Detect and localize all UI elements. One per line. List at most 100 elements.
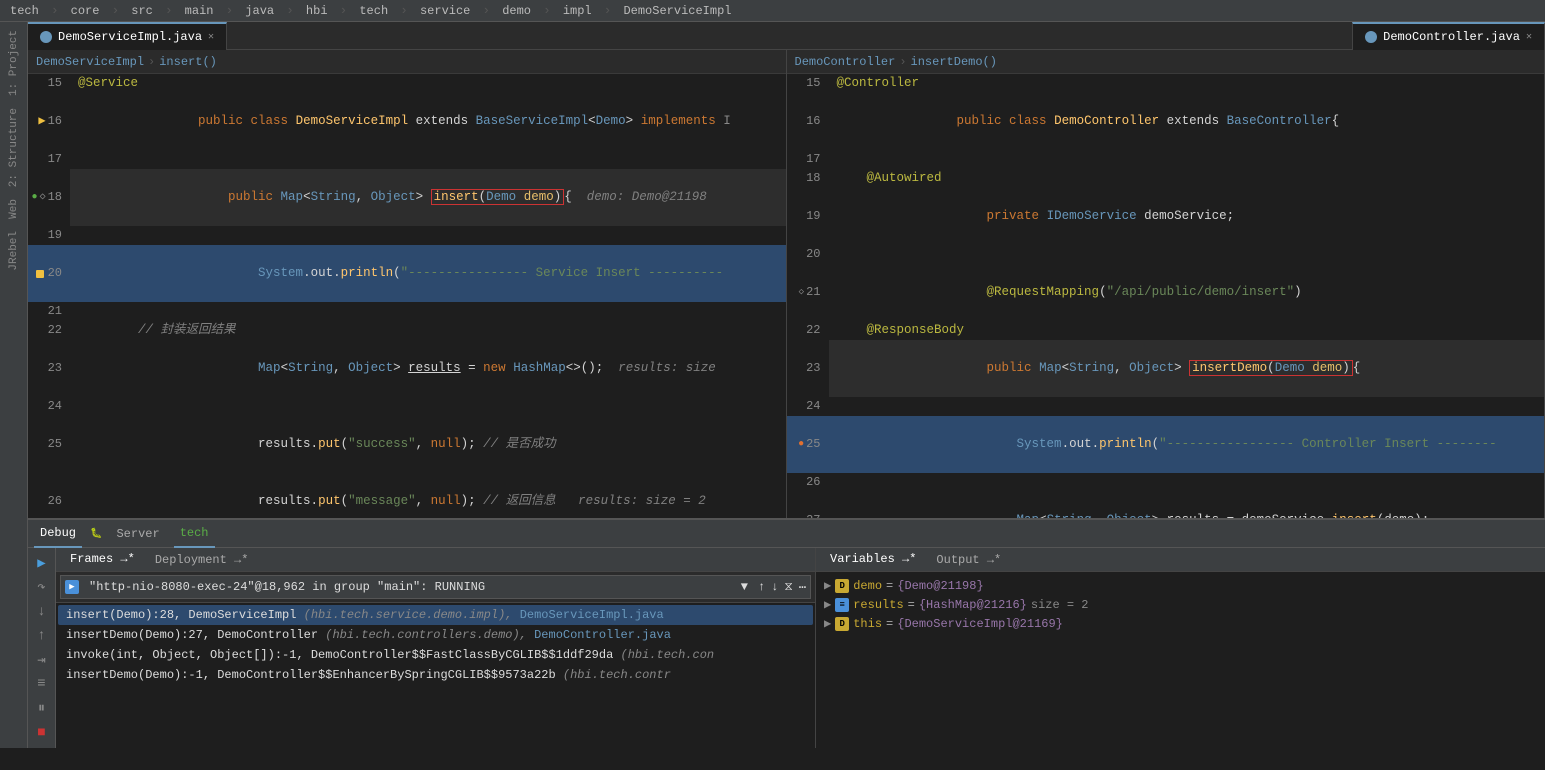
- code-line-22: 22 // 封装返回结果: [28, 321, 786, 340]
- var-demo-name: demo: [853, 579, 882, 593]
- r-code-line-15: 15 @Controller: [787, 74, 1545, 93]
- r-code-line-22: 22 @ResponseBody: [787, 321, 1545, 340]
- nav-file[interactable]: DemoServiceImpl: [619, 4, 735, 18]
- code-line-25: 25 results.put("success", null); // 是否成功: [28, 416, 786, 473]
- step-into-btn[interactable]: ↓: [31, 603, 53, 621]
- var-results-expand[interactable]: ▶: [824, 597, 831, 612]
- r-code-line-27: 27 Map<String, Object> results = demoSer…: [787, 492, 1545, 518]
- run-to-cursor-btn[interactable]: ⇥: [31, 651, 53, 669]
- var-this-name: this: [853, 617, 882, 631]
- nav-demo[interactable]: demo: [498, 4, 535, 18]
- frames-header: Frames →* Deployment →*: [56, 548, 815, 572]
- step-out-btn[interactable]: ↑: [31, 627, 53, 645]
- var-demo-expand[interactable]: ▶: [824, 578, 831, 593]
- left-breadcrumb: DemoServiceImpl › insert(): [28, 50, 786, 74]
- sidebar-jrebel[interactable]: JRebel: [6, 227, 22, 275]
- breadcrumb-class-right[interactable]: DemoController: [795, 55, 896, 69]
- frame-item-2[interactable]: invoke(int, Object, Object[]):-1, DemoCo…: [58, 645, 813, 665]
- tab-demo-controller[interactable]: DemoController.java ✕: [1352, 22, 1545, 50]
- nav-tech2[interactable]: tech: [355, 4, 392, 18]
- breadcrumb-method-right[interactable]: insertDemo(): [911, 55, 997, 69]
- tab-label-right: DemoController.java: [1383, 30, 1520, 44]
- left-code-area[interactable]: 15 @Service ▶16 public class DemoService…: [28, 74, 786, 518]
- breadcrumb-class-left[interactable]: DemoServiceImpl: [36, 55, 144, 69]
- pause-btn[interactable]: ⏸: [31, 700, 53, 718]
- tab-label-left: DemoServiceImpl.java: [58, 30, 202, 44]
- nav-java[interactable]: java: [241, 4, 278, 18]
- frame-label-1: insertDemo(Demo):27, DemoController: [66, 628, 325, 642]
- main-layout: tech › core › src › main › java › hbi › …: [0, 0, 1545, 748]
- close-left-tab[interactable]: ✕: [208, 31, 214, 43]
- vars-header: Variables →* Output →*: [816, 548, 1545, 572]
- frame-item-3[interactable]: insertDemo(Demo):-1, DemoController$$Enh…: [58, 665, 813, 685]
- code-line-24: 24: [28, 397, 786, 416]
- frame-loc-2: (hbi.tech.con: [621, 648, 715, 662]
- nav-service[interactable]: service: [416, 4, 474, 18]
- r-code-line-26: 26: [787, 473, 1545, 492]
- var-results[interactable]: ▶ ≡ results = {HashMap@21216} size = 2: [816, 595, 1545, 614]
- thread-name: "http-nio-8080-exec-24"@18,962 in group …: [89, 580, 735, 594]
- nav-tech[interactable]: tech: [6, 4, 43, 18]
- editor-container: DemoServiceImpl.java ✕ DemoController.ja…: [28, 22, 1545, 748]
- frame-file-1: DemoController.java: [534, 628, 671, 642]
- tab-demo-service-impl[interactable]: DemoServiceImpl.java ✕: [28, 22, 227, 50]
- nav-main[interactable]: main: [181, 4, 218, 18]
- frame-item-0[interactable]: insert(Demo):28, DemoServiceImpl (hbi.te…: [58, 605, 813, 625]
- nav-core[interactable]: core: [67, 4, 104, 18]
- deployment-tab[interactable]: Deployment →*: [149, 548, 255, 574]
- nav-src[interactable]: src: [127, 4, 157, 18]
- debug-area: Debug 🐛 Server tech ▶ ↷ ↓ ↑ ⇥ ≡ ⏸: [28, 518, 1545, 748]
- output-tab[interactable]: Output →*: [930, 548, 1007, 574]
- variables-tab[interactable]: Variables →*: [824, 548, 922, 574]
- frames-tab[interactable]: Frames →*: [64, 548, 141, 574]
- debug-left-sidebar: ▶ ↷ ↓ ↑ ⇥ ≡ ⏸ ■: [28, 548, 56, 748]
- frame-item-1[interactable]: insertDemo(Demo):27, DemoController (hbi…: [58, 625, 813, 645]
- right-code-area[interactable]: 15 @Controller 16 public class DemoContr…: [787, 74, 1545, 518]
- debug-content: ▶ ↷ ↓ ↑ ⇥ ≡ ⏸ ■ Frames →* Deployment →*: [28, 548, 1545, 748]
- evaluate-btn[interactable]: ≡: [31, 675, 53, 693]
- frame-loc-1: (hbi.tech.controllers.demo),: [325, 628, 534, 642]
- code-line-23: 23 Map<String, Object> results = new Has…: [28, 340, 786, 397]
- frame-loc-3: (hbi.tech.contr: [563, 668, 671, 682]
- code-line-15: 15 @Service: [28, 74, 786, 93]
- code-line-18: ● ◇ 18 public Map<String, Object> insert…: [28, 169, 786, 226]
- code-line-17: 17: [28, 150, 786, 169]
- debug-frames-panel: Frames →* Deployment →* ▶ "http-nio-8080…: [56, 548, 816, 748]
- debug-variables-panel: Variables →* Output →* ▶ D demo =: [816, 548, 1545, 748]
- debug-tabs-bar: Debug 🐛 Server tech: [28, 520, 1545, 548]
- frame-label-2: invoke(int, Object, Object[]):-1, DemoCo…: [66, 648, 621, 662]
- breadcrumb-method-left[interactable]: insert(): [159, 55, 217, 69]
- tabs-row: DemoServiceImpl.java ✕ DemoController.ja…: [28, 22, 1545, 50]
- server-tab[interactable]: Server: [110, 520, 165, 548]
- thread-selector[interactable]: ▶ "http-nio-8080-exec-24"@18,962 in grou…: [60, 575, 811, 599]
- var-demo-eq: =: [886, 579, 893, 593]
- nav-impl[interactable]: impl: [559, 4, 596, 18]
- r-code-line-20: 20: [787, 245, 1545, 264]
- var-this-expand[interactable]: ▶: [824, 616, 831, 631]
- sidebar-project[interactable]: 1: Project: [6, 26, 22, 100]
- close-right-tab[interactable]: ✕: [1526, 31, 1532, 43]
- frame-loc-0: (hbi.tech.service.demo.impl),: [304, 608, 520, 622]
- r-code-line-25: ● 25 System.out.println("---------------…: [787, 416, 1545, 473]
- step-over-btn[interactable]: ↷: [31, 578, 53, 596]
- var-demo[interactable]: ▶ D demo = {Demo@21198}: [816, 576, 1545, 595]
- var-results-extra: size = 2: [1031, 598, 1089, 612]
- thread-down-btn[interactable]: ↓: [771, 580, 778, 594]
- resume-btn[interactable]: ▶: [31, 554, 53, 572]
- debug-tab[interactable]: Debug: [34, 520, 82, 548]
- thread-dropdown-icon[interactable]: ▼: [741, 580, 748, 594]
- code-line-26: 26 results.put("message", null); // 返回信息…: [28, 473, 786, 518]
- frame-label-0: insert(Demo):28, DemoServiceImpl: [66, 608, 304, 622]
- thread-more-btn[interactable]: ⋯: [799, 580, 806, 595]
- var-this-value: {DemoServiceImpl@21169}: [897, 617, 1063, 631]
- sidebar-structure[interactable]: 2: Structure: [6, 104, 22, 191]
- thread-filter-btn[interactable]: ⧖: [784, 580, 792, 594]
- thread-up-btn[interactable]: ↑: [758, 580, 765, 594]
- editors-row: DemoServiceImpl › insert() 15 @Service ▶…: [28, 50, 1545, 518]
- var-this[interactable]: ▶ D this = {DemoServiceImpl@21169}: [816, 614, 1545, 633]
- nav-hbi[interactable]: hbi: [302, 4, 332, 18]
- tech-tab[interactable]: tech: [174, 520, 215, 548]
- stop-btn[interactable]: ■: [31, 724, 53, 742]
- sidebar-web[interactable]: Web: [6, 195, 22, 223]
- r-code-line-17: 17: [787, 150, 1545, 169]
